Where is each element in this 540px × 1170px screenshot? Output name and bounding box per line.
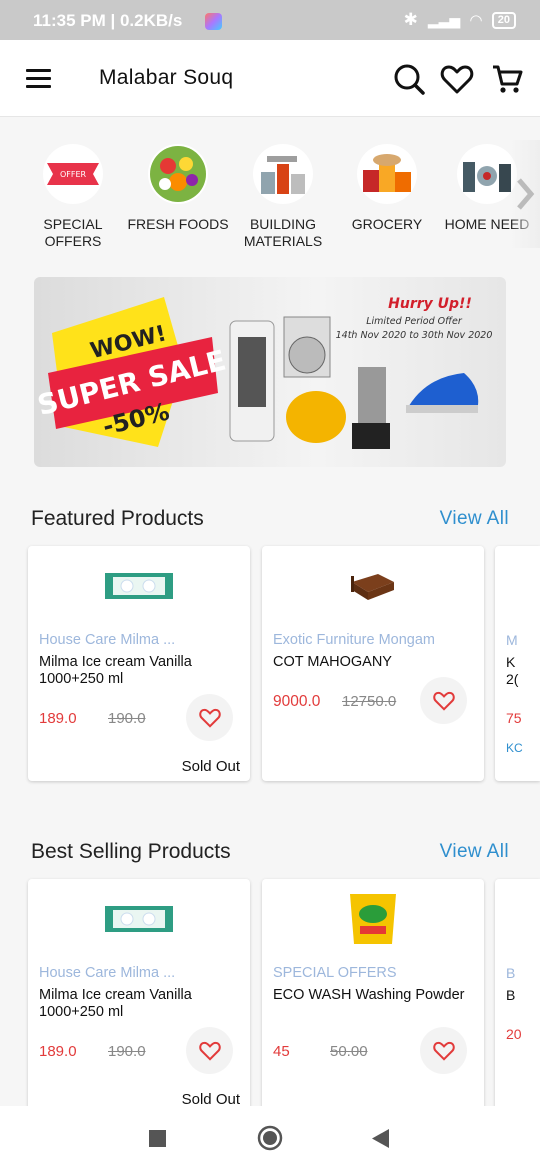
category-grocery[interactable]: GROCERY [332, 140, 442, 233]
product-name-line2: 2( [506, 671, 519, 687]
sale-banner[interactable]: WOW! SUPER SALE -50% Hurry Up!! Limited … [34, 277, 506, 467]
product-price: 189.0 [39, 1043, 77, 1060]
bluetooth-icon: ✱ [403, 10, 418, 29]
category-fresh-foods[interactable]: FRESH FOODS [123, 140, 233, 233]
product-image [28, 546, 250, 626]
search-icon[interactable] [392, 62, 426, 96]
status-bar: 11:35 PM | 0.2KB/s ✱ ▂▃▅ ◠ 20 [0, 0, 540, 40]
product-image [28, 879, 250, 959]
product-name: K [506, 654, 516, 670]
category-label: GROCERY [351, 216, 423, 232]
product-card-partial[interactable]: B B 20 [495, 879, 540, 1114]
status-time: 11:35 PM | 0.2KB/s [33, 11, 183, 30]
wifi-icon: ◠ [470, 12, 482, 29]
product-brand: SPECIAL OFFERS [273, 965, 397, 981]
chevron-right-icon[interactable] [510, 140, 540, 248]
product-image [262, 546, 484, 626]
featured-view-all-link[interactable]: View All [440, 508, 509, 530]
product-name: Milma Ice cream Vanilla 1000+250 ml [39, 987, 192, 1020]
product-price: 189.0 [39, 710, 77, 727]
offer-badge-text: OFFER [60, 170, 87, 179]
back-icon[interactable] [372, 1129, 389, 1148]
signal-icon: ▂▃▅ [427, 11, 461, 28]
category-label: BUILDING MATERIALS [243, 216, 323, 249]
heart-icon [432, 1041, 455, 1061]
heart-icon [198, 1041, 221, 1061]
best-selling-view-all-link[interactable]: View All [440, 841, 509, 863]
product-price: 45 [273, 1043, 290, 1060]
product-brand: Exotic Furniture Mongam [273, 632, 435, 648]
product-old-price: 190.0 [108, 710, 146, 727]
product-old-price: 50.00 [330, 1043, 368, 1060]
category-building-materials[interactable]: BUILDING MATERIALS [228, 140, 338, 250]
menu-icon[interactable] [26, 69, 51, 89]
product-card[interactable]: SPECIAL OFFERS ECO WASH Washing Powder 4… [262, 879, 484, 1114]
product-name: ECO WASH Washing Powder [273, 987, 465, 1003]
category-image [357, 144, 417, 204]
app-notification-icon [205, 13, 222, 30]
system-nav-bar [0, 1106, 540, 1170]
product-brand: House Care Milma ... [39, 965, 176, 981]
category-image: OFFER [43, 144, 103, 204]
product-card-partial[interactable]: M K 2( 75 KC [495, 546, 540, 781]
product-name: COT MAHOGANY [273, 654, 392, 670]
banner-limited: Limited Period Offer [366, 316, 463, 327]
favorite-button[interactable] [186, 1027, 233, 1074]
category-special-offers[interactable]: OFFER SPECIAL OFFERS [18, 140, 128, 250]
banner-hurry: Hurry Up!! [388, 296, 472, 312]
product-price: 20 [506, 1026, 522, 1042]
heart-icon [198, 708, 221, 728]
home-icon[interactable] [257, 1125, 283, 1151]
category-label: FRESH FOODS [127, 216, 229, 232]
recent-apps-icon[interactable] [149, 1130, 166, 1147]
category-image [457, 144, 517, 204]
best-selling-section-title: Best Selling Products [31, 840, 231, 863]
product-old-price: 12750.0 [342, 693, 397, 710]
featured-section-title: Featured Products [31, 507, 204, 530]
product-brand: B [506, 965, 516, 981]
product-card[interactable]: House Care Milma ... Milma Ice cream Van… [28, 546, 250, 781]
category-label: SPECIAL OFFERS [43, 216, 103, 249]
sold-out-label: Sold Out [181, 758, 240, 775]
product-name: B [506, 987, 516, 1003]
favorite-button[interactable] [186, 694, 233, 741]
product-brand: House Care Milma ... [39, 632, 176, 648]
banner-dates: 14th Nov 2020 to 30th Nov 2020 [336, 330, 493, 341]
favorite-button[interactable] [420, 677, 467, 724]
heart-icon [432, 691, 455, 711]
product-name: Milma Ice cream Vanilla 1000+250 ml [39, 654, 192, 687]
product-old-price: 190.0 [108, 1043, 146, 1060]
product-price: 75 [506, 710, 522, 726]
cart-icon[interactable] [490, 62, 524, 96]
category-strip: OFFER SPECIAL OFFERS FRESH FOODS BUILDIN… [0, 140, 540, 255]
battery-icon: 20 [491, 11, 516, 29]
favorite-button[interactable] [420, 1027, 467, 1074]
product-brand: M [506, 632, 518, 648]
app-title: Malabar Souq [99, 66, 234, 89]
app-bar: Malabar Souq [0, 40, 540, 117]
product-card[interactable]: House Care Milma ... Milma Ice cream Van… [28, 879, 250, 1114]
sale-banner-artwork: WOW! SUPER SALE -50% Hurry Up!! Limited … [34, 296, 493, 449]
category-image [148, 144, 208, 204]
product-card[interactable]: Exotic Furniture Mongam COT MAHOGANY 900… [262, 546, 484, 781]
product-image [262, 887, 484, 949]
product-extra: KC [506, 741, 523, 755]
wishlist-heart-icon[interactable] [440, 62, 474, 96]
category-image [253, 144, 313, 204]
product-price: 9000.0 [273, 693, 321, 710]
